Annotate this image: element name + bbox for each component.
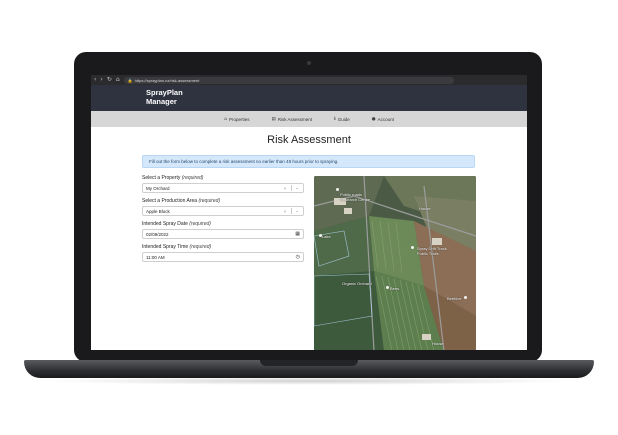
nav-item-label: Account <box>377 116 394 122</box>
map-label: Beehive <box>447 296 462 301</box>
map-label: Organic Orchard <box>342 281 372 286</box>
property-select[interactable]: My Orchard × ⌄ <box>142 183 304 193</box>
property-label: Select a Property (required) <box>142 175 204 181</box>
spray-time-input[interactable]: 11:00 AM ◷ <box>142 252 304 262</box>
page-title: Risk Assessment <box>267 134 351 146</box>
nav-item-account[interactable]: ● Account <box>372 117 394 122</box>
select-separator <box>291 208 292 214</box>
calendar-icon[interactable]: ▦ <box>295 231 300 237</box>
info-alert: Fill out the form below to complete a ri… <box>142 155 475 168</box>
app-header: SprayPlan Manager <box>91 85 527 111</box>
stage: ‹ › ↻ ⌂ 🔒 https://sprayplan.nz/risk-asse… <box>0 0 618 435</box>
nav-item-risk-assessment[interactable]: ▤ Risk Assessment <box>271 117 312 122</box>
brand-line-2[interactable]: Manager <box>146 97 527 106</box>
back-arrow-icon[interactable]: ‹ <box>94 75 96 85</box>
map-label: House <box>419 206 431 211</box>
property-value: My Orchard <box>146 185 170 191</box>
clipboard-icon: ▤ <box>271 116 276 122</box>
map-pin-icon[interactable] <box>336 188 339 191</box>
brand-line-1[interactable]: SprayPlan <box>146 88 527 97</box>
url-text: https://sprayplan.nz/risk-assessment <box>134 77 200 83</box>
time-value: 11:00 AM <box>146 254 165 260</box>
clock-icon[interactable]: ◷ <box>296 254 300 260</box>
laptop-notch <box>260 360 358 366</box>
browser-toolbar: ‹ › ↻ ⌂ 🔒 https://sprayplan.nz/risk-asse… <box>91 75 527 85</box>
clear-icon[interactable]: × <box>281 209 289 214</box>
map-pin-icon[interactable] <box>464 296 467 299</box>
map-pin-icon[interactable] <box>319 234 322 237</box>
map-label: Public Trails <box>417 251 439 256</box>
webcam <box>307 61 311 65</box>
map-label: Lake <box>322 234 331 239</box>
map-label: House <box>432 341 444 346</box>
time-label: Intended Spray Time (required) <box>142 244 212 250</box>
spray-date-input[interactable]: 02/09/2022 ▦ <box>142 229 304 239</box>
home-icon: ⌂ <box>224 116 227 122</box>
address-bar[interactable]: 🔒 https://sprayplan.nz/risk-assessment <box>123 76 454 84</box>
area-select[interactable]: Apple Block × ⌄ <box>142 206 304 216</box>
nav-item-label: Properties <box>228 116 250 122</box>
main-nav: ⌂ Properties ▤ Risk Assessment ℹ Guide ●… <box>91 111 527 127</box>
home-icon[interactable]: ⌂ <box>116 75 120 85</box>
property-map[interactable]: Public roads Research Centre House Lake … <box>314 176 476 350</box>
laptop-shadow <box>40 377 578 385</box>
map-pin-icon[interactable] <box>411 246 414 249</box>
info-icon: ℹ <box>333 116 336 122</box>
nav-item-guide[interactable]: ℹ Guide <box>334 117 350 122</box>
nav-item-properties[interactable]: ⌂ Properties <box>224 117 249 122</box>
risk-form: Select a Property (required) My Orchard … <box>142 175 304 267</box>
nav-item-label: Guide <box>337 116 350 122</box>
area-value: Apple Block <box>146 208 170 214</box>
map-label: Research Centre <box>340 197 371 202</box>
chevron-down-icon[interactable]: ⌄ <box>294 208 300 214</box>
nav-item-label: Risk Assessment <box>277 116 312 122</box>
map-label: Bees <box>390 286 400 291</box>
chevron-down-icon[interactable]: ⌄ <box>294 185 300 191</box>
laptop-screen: ‹ › ↻ ⌂ 🔒 https://sprayplan.nz/risk-asse… <box>91 75 527 350</box>
user-icon: ● <box>371 116 376 122</box>
clear-icon[interactable]: × <box>281 186 289 191</box>
satellite-map-image <box>314 176 476 350</box>
select-separator <box>291 185 292 191</box>
area-label: Select a Production Area (required) <box>142 198 221 204</box>
reload-icon[interactable]: ↻ <box>107 75 112 85</box>
lock-icon: 🔒 <box>127 77 133 83</box>
date-label: Intended Spray Date (required) <box>142 221 211 227</box>
map-pin-icon[interactable] <box>386 286 389 289</box>
forward-arrow-icon[interactable]: › <box>100 75 102 85</box>
date-value: 02/09/2022 <box>146 231 169 237</box>
